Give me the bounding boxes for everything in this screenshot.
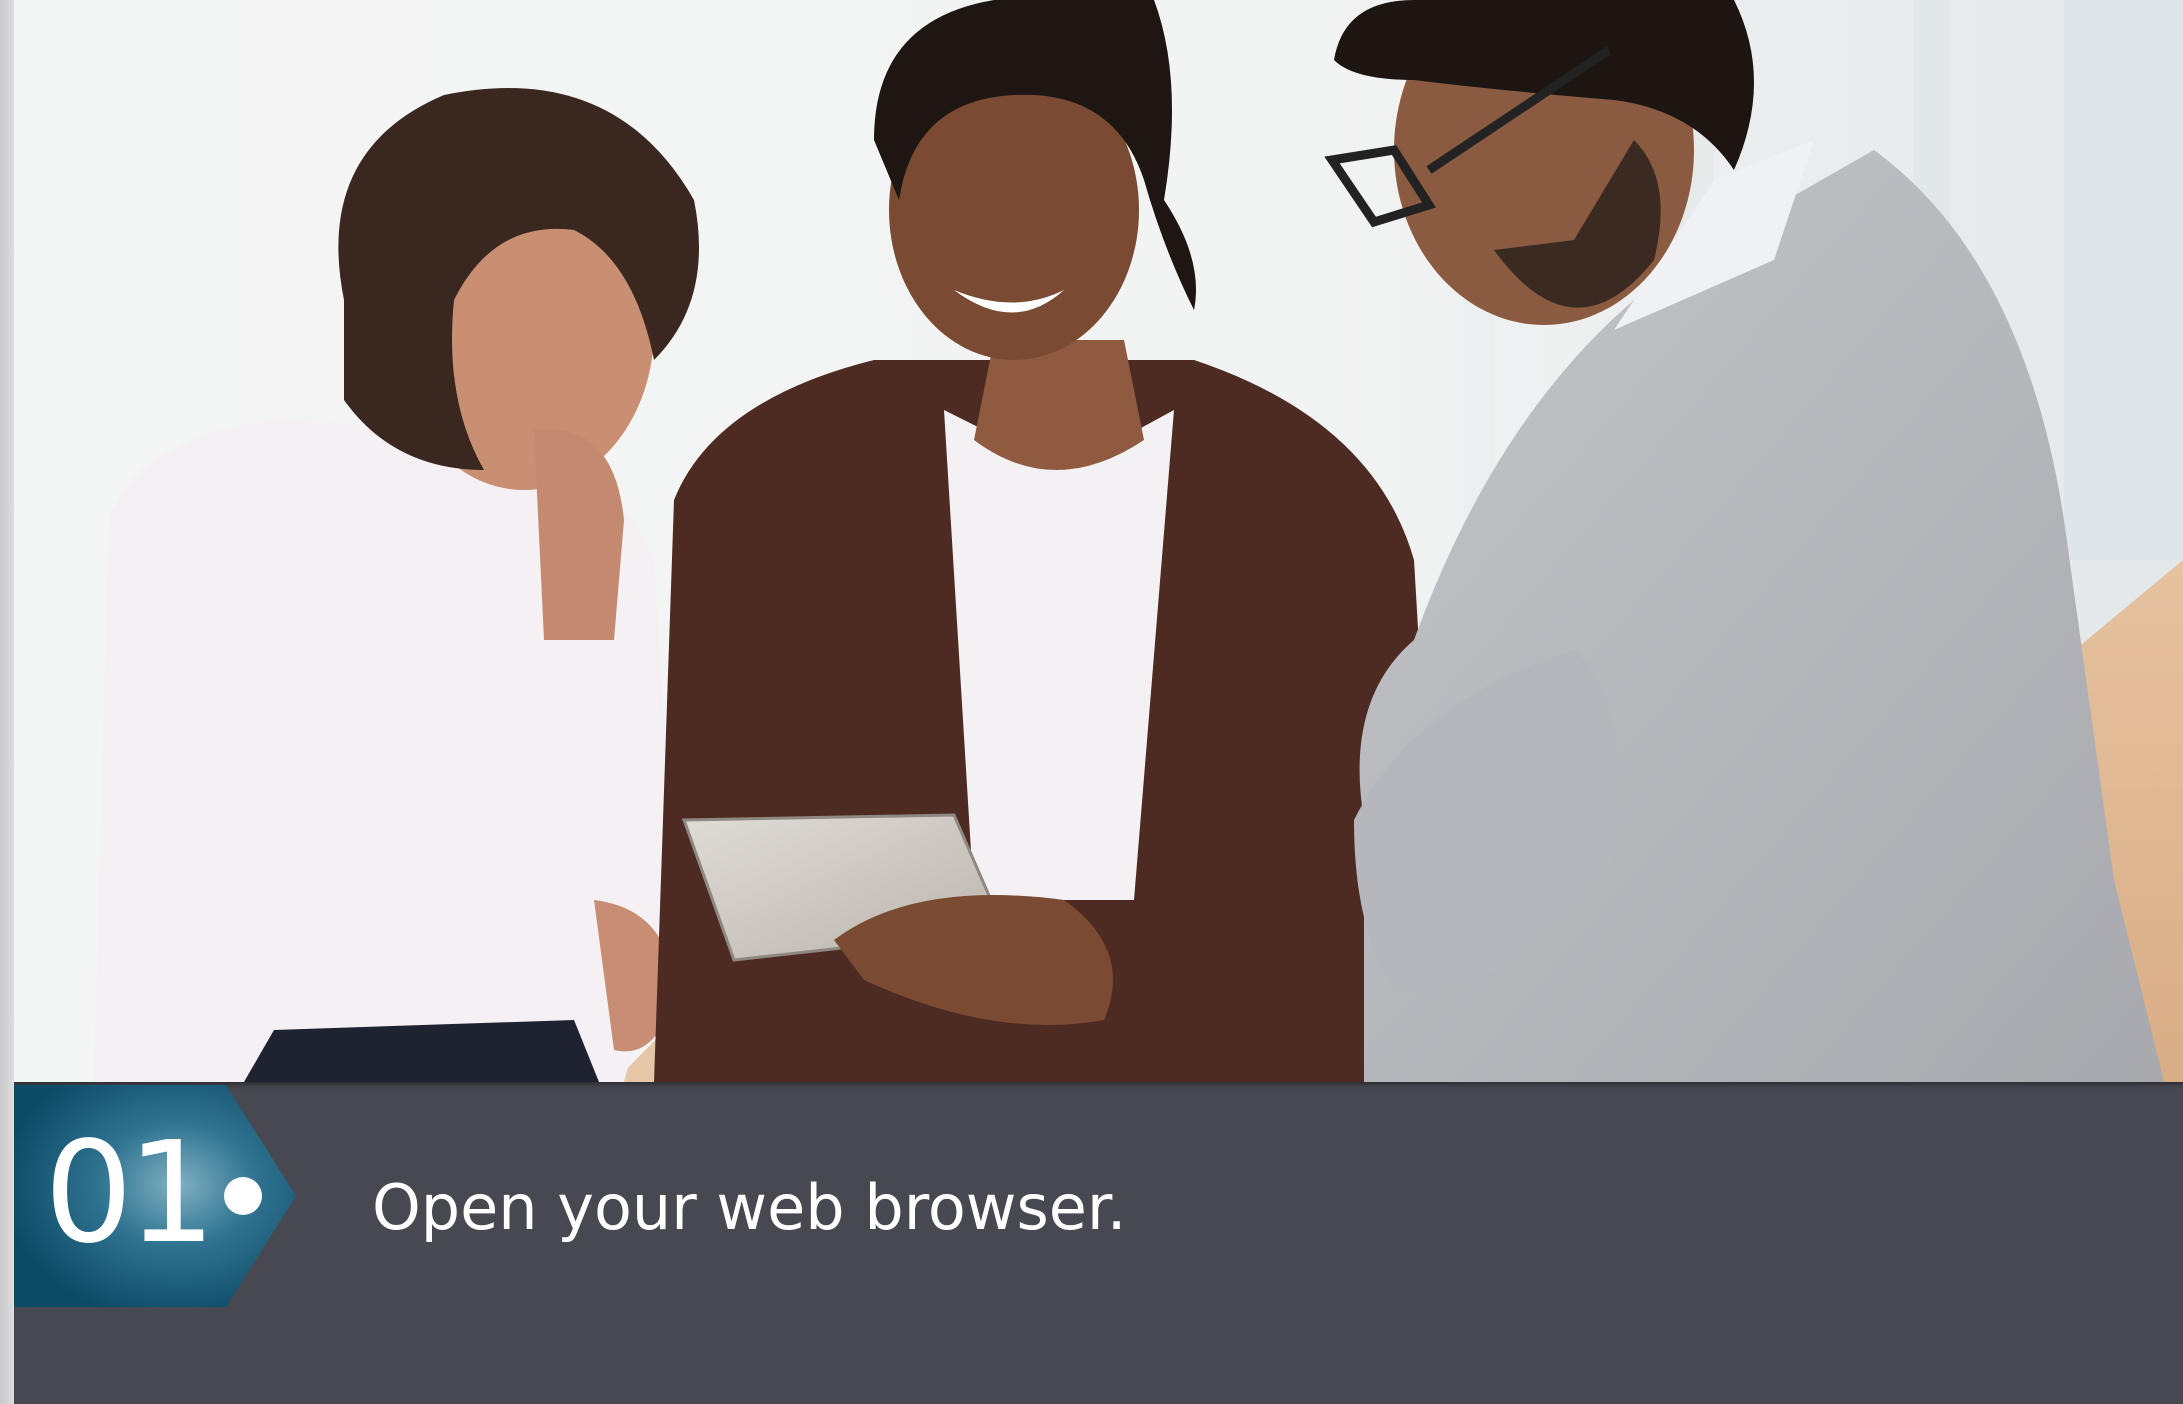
hero-photo [14,0,2183,1082]
slide: 01 Open your web browser. [0,0,2183,1404]
step-badge: 01 [14,1085,296,1307]
step-instruction: Open your web browser. [372,1171,1127,1244]
left-edge-strip [0,0,14,1404]
bullet-dot-icon [224,1177,262,1215]
step-number: 01 [44,1112,216,1275]
